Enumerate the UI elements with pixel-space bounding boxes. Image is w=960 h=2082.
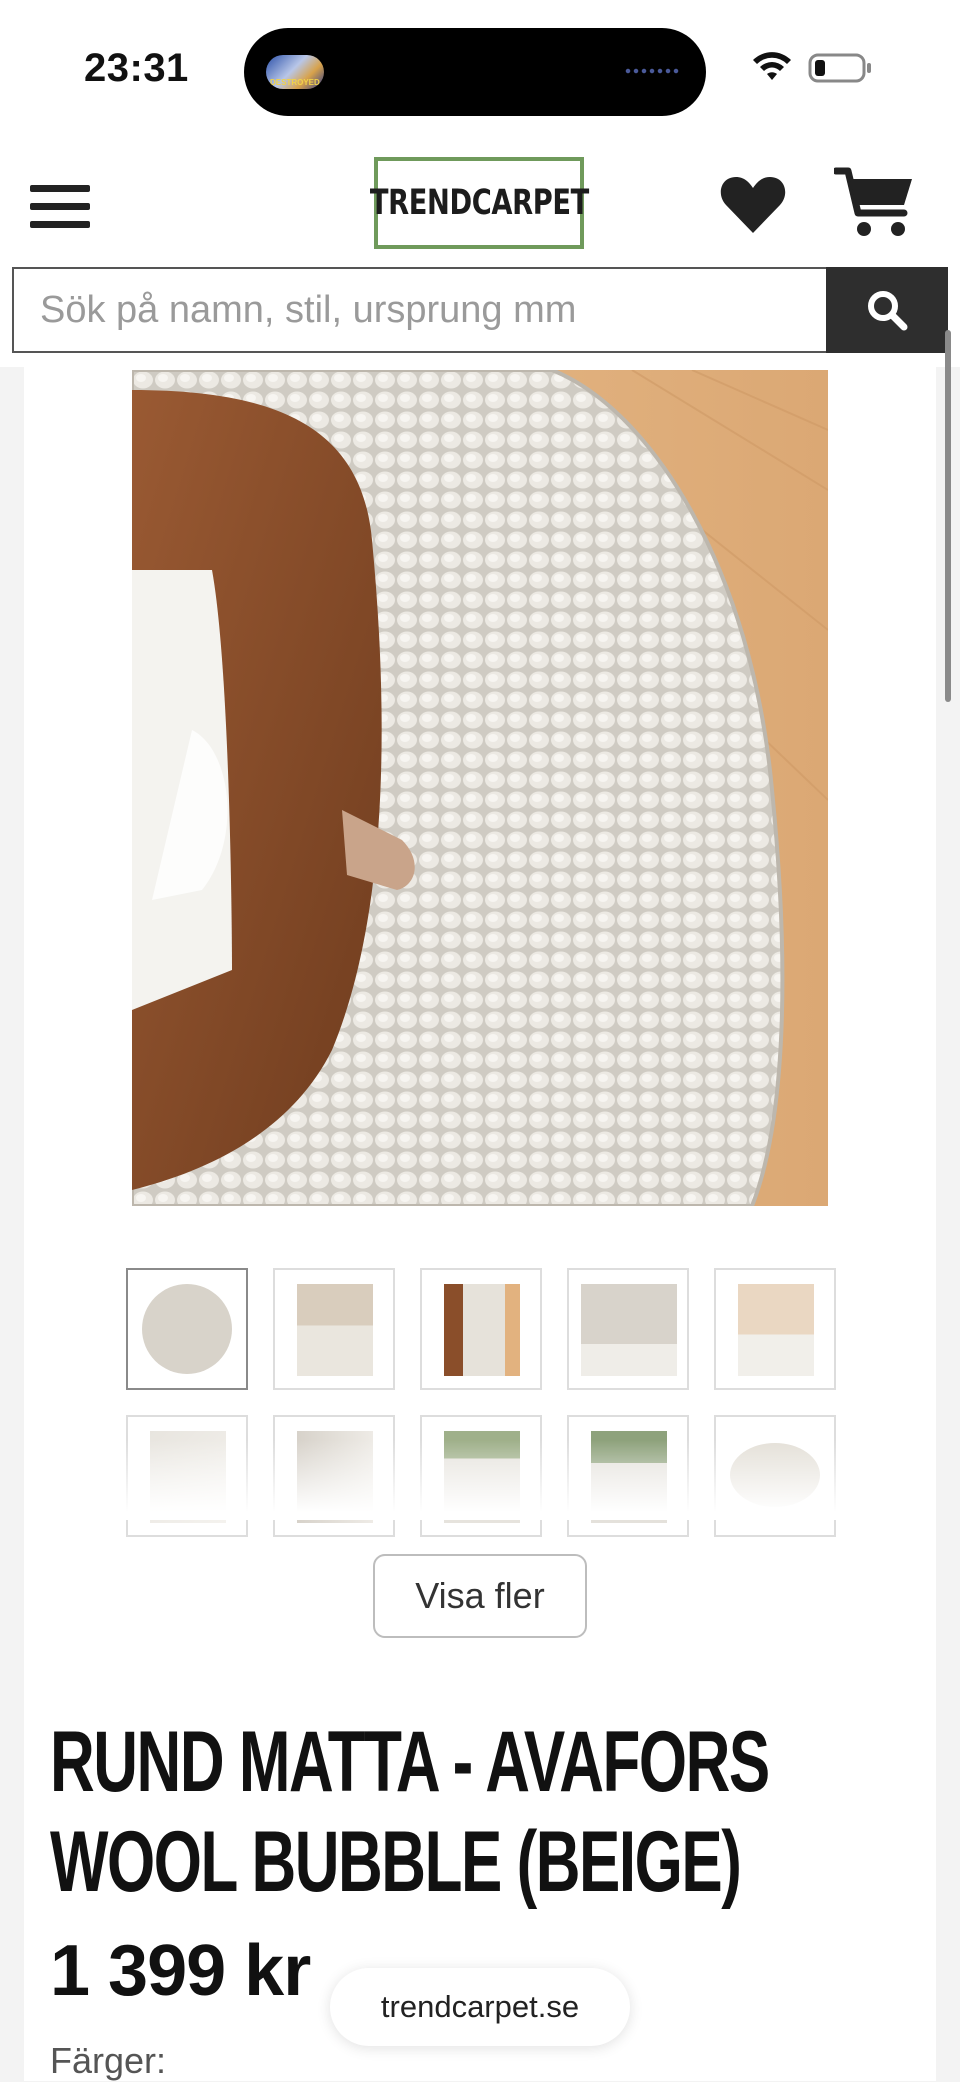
- search-input[interactable]: [14, 269, 826, 351]
- thumbnail-image: [297, 1284, 373, 1376]
- audio-waveform-icon: [624, 66, 680, 76]
- cart-icon[interactable]: [834, 165, 914, 241]
- thumbnail-4[interactable]: [567, 1268, 689, 1390]
- product-main-image[interactable]: [132, 370, 828, 1206]
- heart-icon[interactable]: [718, 173, 788, 237]
- thumbnail-image: [142, 1284, 232, 1374]
- thumbnail-2[interactable]: [273, 1268, 395, 1390]
- status-bar: 23:31 DESTROYED: [0, 0, 960, 135]
- thumbnail-image: [581, 1284, 677, 1376]
- product-title: RUND MATTA - AVAFORS WOOL BUBBLE (BEIGE): [50, 1714, 770, 1910]
- site-logo[interactable]: TRENDCARPET: [370, 157, 589, 249]
- search-icon: [868, 291, 908, 331]
- thumbnail-3[interactable]: [420, 1268, 542, 1390]
- search-button[interactable]: [826, 267, 948, 353]
- thumbnail-image: [444, 1284, 520, 1376]
- island-badge-text: DESTROYED: [270, 78, 320, 87]
- site-header: TRENDCARPET: [0, 135, 960, 367]
- logo-text: TRENDCARPET: [369, 183, 589, 223]
- show-more-button[interactable]: Visa fler: [373, 1554, 587, 1638]
- search-box: [12, 267, 826, 353]
- dynamic-island[interactable]: DESTROYED: [244, 28, 706, 116]
- browser-url-bar[interactable]: trendcarpet.se: [330, 1968, 630, 2046]
- hamburger-menu-icon[interactable]: [30, 185, 90, 229]
- wifi-icon: [753, 52, 791, 80]
- battery-icon: [808, 53, 871, 83]
- thumbnail-image: [738, 1284, 814, 1376]
- thumbnail-5[interactable]: [714, 1268, 836, 1390]
- media-thumbnail-icon: DESTROYED: [266, 55, 324, 89]
- status-time: 23:31: [84, 46, 189, 90]
- product-price: 1 399 kr: [50, 1931, 311, 2011]
- colors-label: Färger:: [50, 2040, 167, 2081]
- thumbnail-1[interactable]: [126, 1268, 248, 1390]
- gallery-fade-overlay: [120, 1440, 840, 1520]
- page-scrollbar[interactable]: [945, 330, 951, 702]
